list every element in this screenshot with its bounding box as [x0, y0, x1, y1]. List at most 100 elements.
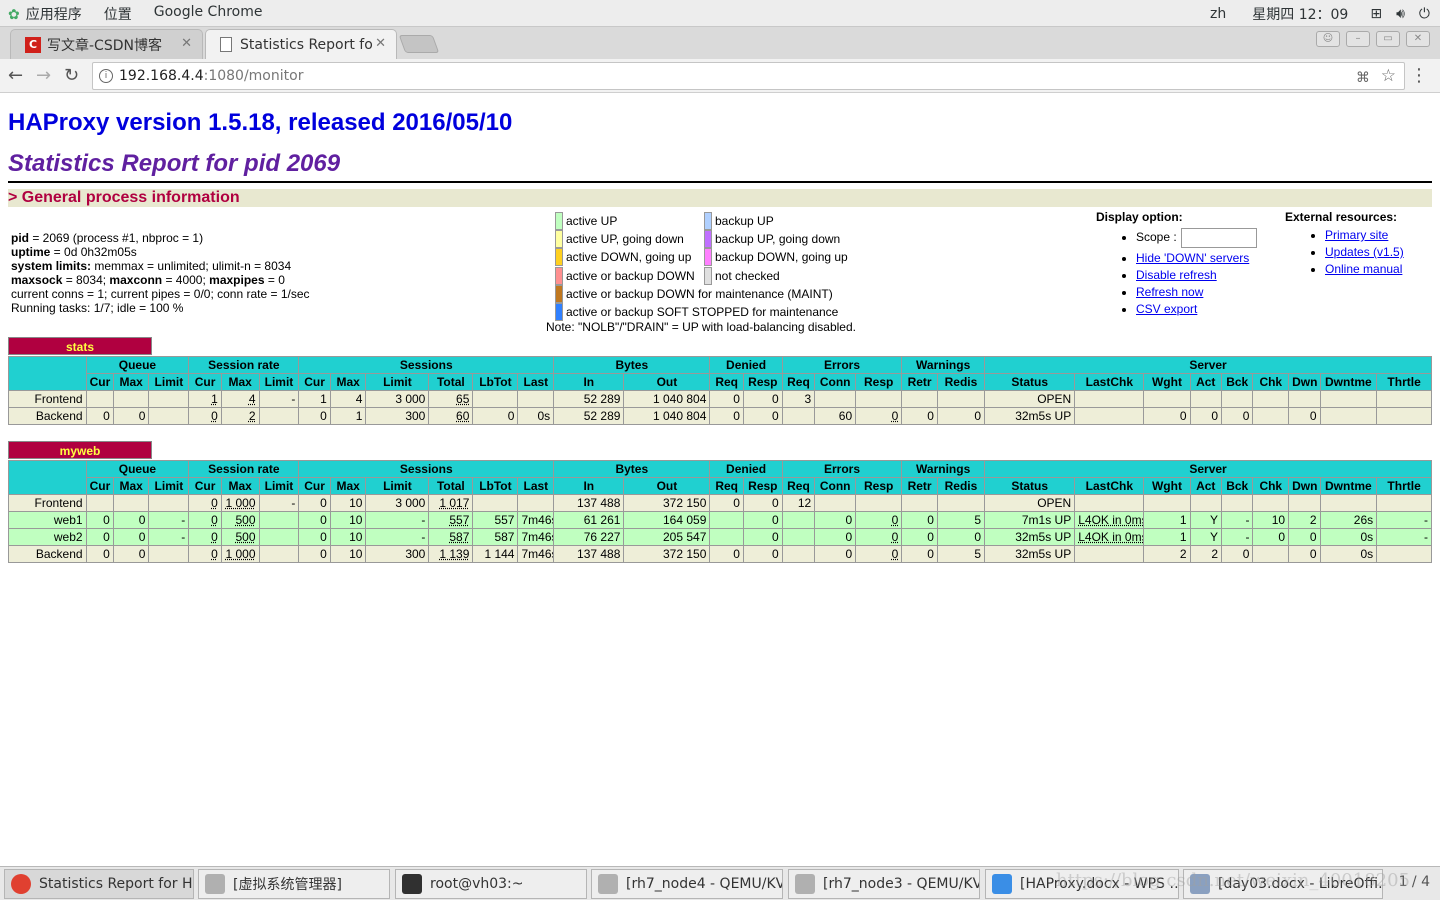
legend-label: backup UP: [715, 214, 774, 228]
forward-icon[interactable]: →: [36, 65, 51, 86]
table-cell: [1319, 494, 1378, 512]
taskbar-item[interactable]: [rh7_node4 - QEMU/KV…: [591, 869, 783, 899]
table-cell: -: [148, 528, 190, 546]
table-cell: 5: [936, 545, 986, 563]
table-cell: 0: [936, 528, 986, 546]
minimize-button[interactable]: –: [1346, 31, 1370, 47]
taskbar-item[interactable]: root@vh03:~: [395, 869, 587, 899]
address-bar[interactable]: i 192.168.4.4:1080/monitor ⌘ ☆: [92, 62, 1405, 90]
reload-icon[interactable]: ↻: [64, 65, 79, 86]
taskbar-item[interactable]: Statistics Report for H…: [4, 869, 194, 899]
table-cell: [855, 390, 903, 408]
close-window-button[interactable]: ✕: [1406, 31, 1430, 47]
online-manual-link[interactable]: Online manual: [1325, 262, 1402, 276]
proxy-name[interactable]: stats: [8, 337, 152, 355]
volume-icon[interactable]: 🔊︎: [1396, 6, 1405, 22]
table-cell: [1288, 390, 1321, 408]
taskbar-item[interactable]: [虚拟系统管理器]: [198, 869, 390, 899]
close-icon[interactable]: ✕: [375, 36, 386, 51]
menu-icon[interactable]: ⋮: [1410, 65, 1428, 86]
table-cell[interactable]: 2: [220, 407, 260, 425]
table-cell[interactable]: 1 017: [428, 494, 474, 512]
table-cell: -: [1220, 528, 1254, 546]
disable-refresh-link[interactable]: Disable refresh: [1136, 268, 1217, 282]
applications-menu[interactable]: ✿ 应用程序: [8, 4, 82, 24]
legend-label: backup UP, going down: [715, 232, 841, 247]
table-cell[interactable]: 557: [428, 511, 474, 529]
header-group: Bytes: [553, 356, 711, 374]
refresh-now-link[interactable]: Refresh now: [1136, 285, 1203, 299]
table-cell[interactable]: 0: [188, 511, 222, 529]
table-cell[interactable]: 500: [220, 511, 260, 529]
clock[interactable]: 星期四 12：09: [1252, 4, 1348, 24]
table-cell: [85, 390, 114, 408]
new-tab-button[interactable]: [398, 35, 440, 53]
active-app-menu[interactable]: Google Chrome: [154, 4, 263, 24]
table-cell[interactable]: 0: [855, 407, 903, 425]
table-cell[interactable]: 587: [428, 528, 474, 546]
primary-site-link[interactable]: Primary site: [1325, 228, 1388, 242]
translate-icon[interactable]: ⌘: [1356, 65, 1370, 91]
table-cell[interactable]: 0: [188, 494, 222, 512]
table-cell: 0: [1220, 407, 1254, 425]
input-method[interactable]: zh: [1210, 6, 1226, 22]
table-cell[interactable]: 500: [220, 528, 260, 546]
table-cell[interactable]: 1: [188, 390, 222, 408]
network-icon[interactable]: ⊞: [1370, 6, 1382, 22]
header-col: Status: [984, 477, 1076, 495]
table-cell[interactable]: 60: [428, 407, 474, 425]
scope-input[interactable]: [1180, 228, 1257, 248]
maximize-button[interactable]: ▭: [1376, 31, 1400, 47]
row-name[interactable]: Backend: [8, 407, 87, 425]
table-cell[interactable]: 0: [188, 545, 222, 563]
table-cell: [1319, 407, 1378, 425]
row-name[interactable]: Frontend: [8, 390, 87, 408]
header-col: In: [553, 373, 625, 391]
table-cell[interactable]: 0: [855, 545, 903, 563]
table-cell: 7m1s UP: [984, 511, 1076, 529]
table-cell[interactable]: L4OK in 0ms: [1074, 528, 1145, 546]
tab-csdn[interactable]: C 写文章-CSDN博客 ✕: [10, 29, 203, 59]
info-icon[interactable]: i: [99, 69, 113, 83]
table-cell[interactable]: 1 000: [220, 545, 260, 563]
header-col: Chk: [1252, 373, 1290, 391]
close-icon[interactable]: ✕: [181, 36, 192, 51]
profile-icon[interactable]: ☺: [1316, 31, 1340, 47]
updates-link[interactable]: Updates (v1.5): [1325, 245, 1404, 259]
table-cell: 0: [742, 528, 783, 546]
table-cell: [1252, 545, 1290, 563]
table-cell[interactable]: 4: [220, 390, 260, 408]
hide-down-link[interactable]: Hide 'DOWN' servers: [1136, 251, 1249, 265]
table-cell: OPEN: [984, 390, 1076, 408]
table-cell[interactable]: 0: [188, 528, 222, 546]
csv-export-link[interactable]: CSV export: [1136, 302, 1197, 316]
header-col: Act: [1189, 477, 1223, 495]
taskbar-item[interactable]: [rh7_node3 - QEMU/KV…: [788, 869, 980, 899]
table-cell: 7m46s: [517, 545, 555, 563]
table-cell[interactable]: L4OK in 0ms: [1074, 511, 1145, 529]
row-name[interactable]: web2: [8, 528, 87, 546]
row-name[interactable]: web1: [8, 511, 87, 529]
table-row: Backend 0 0 0 2 0 1 300 60 0 0s 52 289 1 040 804 0 0 60…: [8, 407, 1432, 425]
table-cell[interactable]: 0: [855, 511, 903, 529]
back-icon[interactable]: ←: [8, 65, 23, 86]
table-cell: 60: [814, 407, 857, 425]
table-cell[interactable]: 1 000: [220, 494, 260, 512]
proxy-name[interactable]: myweb: [8, 441, 152, 459]
places-menu[interactable]: 位置: [104, 4, 132, 24]
table-cell[interactable]: 1 139: [428, 545, 474, 563]
power-icon[interactable]: ⏻: [1419, 6, 1430, 22]
bookmark-star-icon[interactable]: ☆: [1381, 63, 1396, 89]
header-col: Req: [781, 373, 816, 391]
table-cell: 0: [936, 407, 986, 425]
table-cell: 76 227: [553, 528, 625, 546]
row-name[interactable]: Frontend: [8, 494, 87, 512]
table-cell[interactable]: 65: [428, 390, 474, 408]
header-col: Cur: [188, 373, 222, 391]
row-name[interactable]: Backend: [8, 545, 87, 563]
tab-statistics[interactable]: Statistics Report fo ✕: [205, 29, 397, 59]
table-cell: 0: [472, 407, 519, 425]
table-cell[interactable]: 0: [188, 407, 222, 425]
table-cell[interactable]: 0: [855, 528, 903, 546]
table-cell: 5: [936, 511, 986, 529]
